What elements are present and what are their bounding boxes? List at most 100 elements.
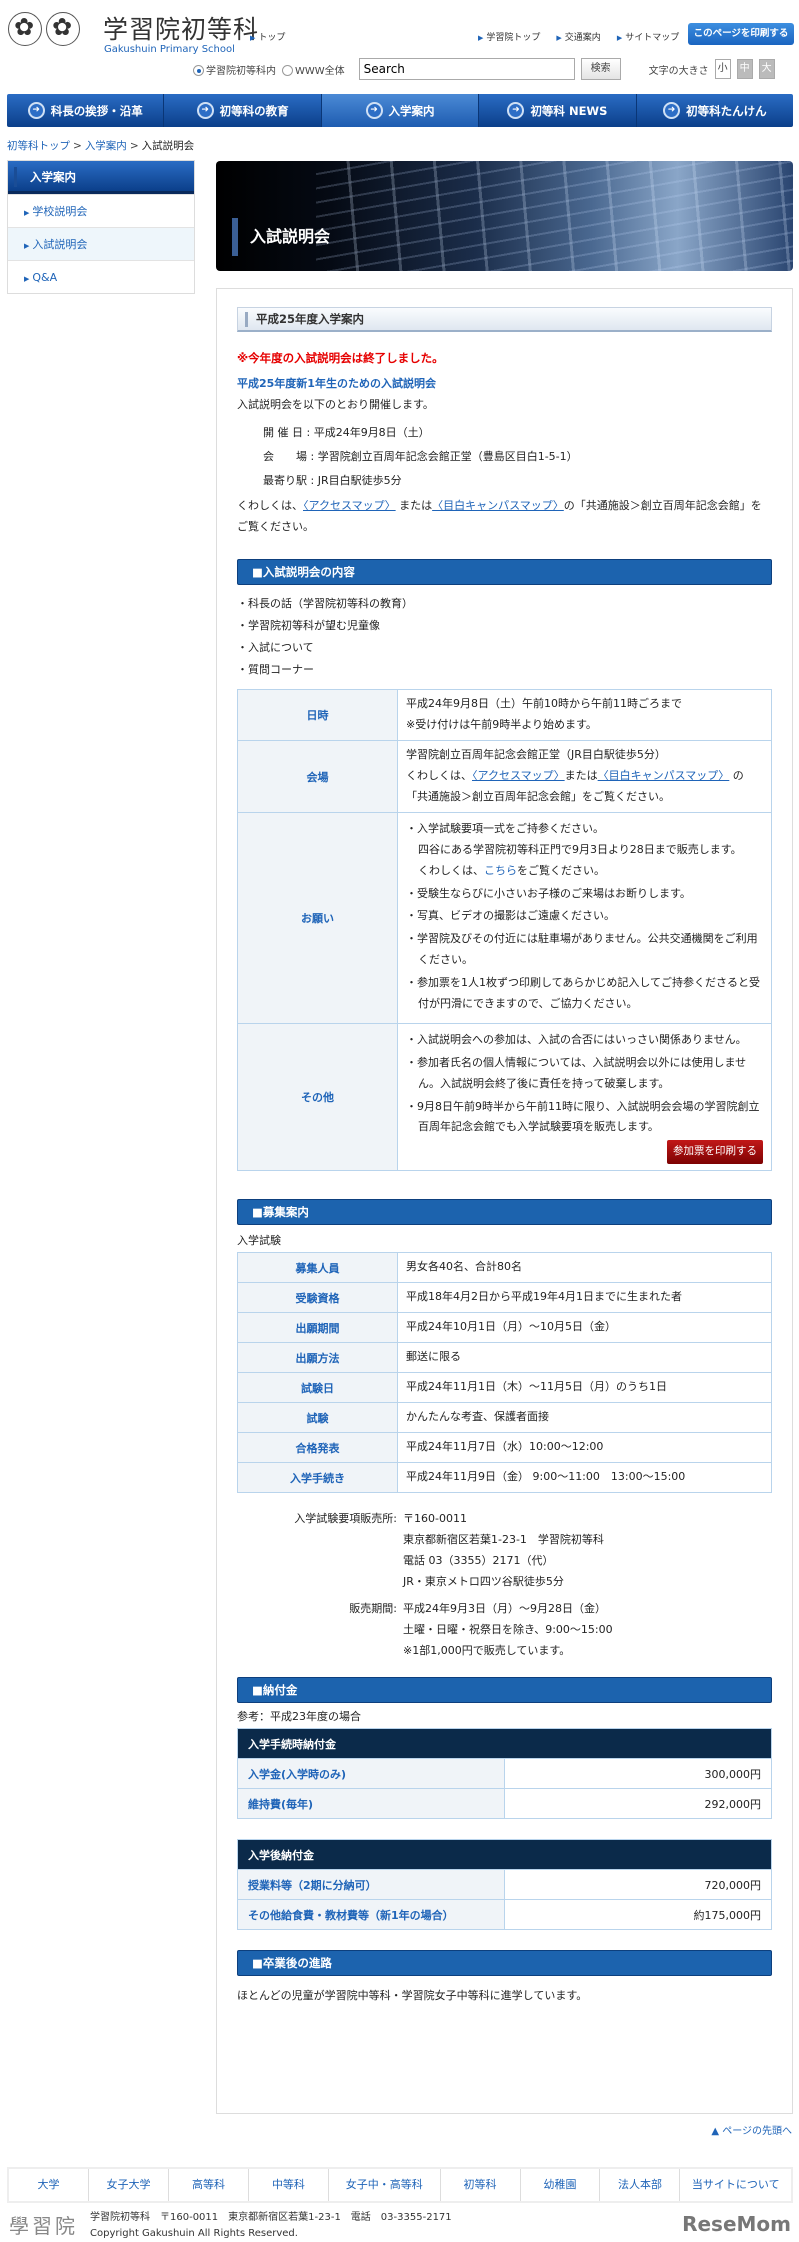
table-row: 入学金(入学時のみ) 300,000円 bbox=[237, 1758, 772, 1790]
row-label: 受験資格 bbox=[237, 1282, 398, 1314]
print-page-button[interactable]: このページを印刷する bbox=[688, 23, 794, 45]
recruit-table: 募集人員 男女各40名、合計80名 受験資格 平成18年4月2日から平成19年4月1日… bbox=[237, 1252, 772, 1494]
recruit-heading: ■募集案内 bbox=[237, 1199, 772, 1226]
print-ticket-button[interactable]: 参加票を印刷する bbox=[667, 1140, 763, 1165]
footer-link[interactable]: 女子中・高等科 bbox=[329, 2169, 441, 2201]
global-nav: ➜ 科長の挨拶・沿革 ➜ 初等科の教育 ➜ 入学案内 ➜ 初等科 NEWS ➜ 初等科たん… bbox=[7, 94, 793, 127]
nav-admission[interactable]: ➜ 入学案内 bbox=[321, 94, 480, 127]
nav-explore[interactable]: ➜ 初等科たんけん bbox=[637, 94, 793, 127]
table-row: 募集人員 男女各40名、合計80名 bbox=[237, 1252, 772, 1284]
footer-link[interactable]: 当サイトについて bbox=[680, 2169, 791, 2201]
font-size-label: 文字の大きさ bbox=[648, 65, 709, 77]
event-venue: 会 場 : 学習院創立百周年記念会館正堂（豊島区目白1-5-1） bbox=[263, 449, 578, 463]
font-size-small[interactable]: 小 bbox=[714, 59, 731, 79]
row-label: 入学手続き bbox=[237, 1462, 398, 1494]
nav-education[interactable]: ➜ 初等科の教育 bbox=[164, 94, 322, 127]
intro-lead: 入試説明会を以下のとおり開催します。 bbox=[237, 397, 434, 411]
session-table: 日時 平成24年9月8日（土）午前10時から午前11時ごろまで ※受け付けは午前9時… bbox=[237, 689, 772, 1172]
intro-subtitle: 平成25年度新1年生のための入試説明会 bbox=[237, 376, 436, 390]
footer-link[interactable]: 中等科 bbox=[249, 2169, 329, 2201]
table-row: 合格発表 平成24年11月7日（水）10:00～12:00 bbox=[237, 1432, 772, 1464]
table-row: 入学手続き 平成24年11月9日（金） 9:00～11:00 13:00～15:0… bbox=[237, 1462, 772, 1494]
school-crest-icon[interactable] bbox=[8, 12, 80, 46]
util-link-sitemap[interactable]: ▶ サイトマップ bbox=[617, 30, 679, 43]
breadcrumb: 初等科トップ > 入学案内 > 入試説明会 bbox=[7, 140, 195, 152]
row-value: 平成24年11月9日（金） 9:00～11:00 13:00～15:00 bbox=[397, 1462, 772, 1494]
table-row: 出願方法 郵送に限る bbox=[237, 1342, 772, 1374]
hero-banner: 入試説明会 bbox=[216, 161, 793, 271]
footer-link[interactable]: 女子大学 bbox=[89, 2169, 169, 2201]
font-size-large[interactable]: 大 bbox=[758, 59, 775, 79]
list-item: 学習院初等科が望む児童像 bbox=[237, 615, 772, 637]
campus-map-link[interactable]: 〈目白キャンパスマップ〉 bbox=[432, 499, 564, 512]
sidebar-item-qa[interactable]: ▶ Q&A bbox=[8, 260, 194, 293]
nav-greeting[interactable]: ➜ 科長の挨拶・沿革 bbox=[7, 94, 165, 127]
sidebar: 入学案内 ▶ 学校説明会 ▶ 入試説明会 ▶ Q&A bbox=[7, 160, 195, 294]
table-row: 会場 学習院創立百周年記念会館正堂（JR目白駅徒歩5分） くわしくは、〈アクセスマッ… bbox=[237, 740, 772, 813]
row-label: 試験日 bbox=[237, 1372, 398, 1404]
top-link[interactable]: ▶ トップ bbox=[250, 30, 285, 43]
sidebar-heading[interactable]: 入学案内 bbox=[8, 161, 194, 194]
row-value: 平成18年4月2日から平成19年4月1日までに生まれた者 bbox=[397, 1282, 772, 1314]
footer-link[interactable]: 大学 bbox=[9, 2169, 89, 2201]
font-size-medium[interactable]: 中 bbox=[736, 59, 753, 79]
row-value: 平成24年11月1日（木）～11月5日（月）のうち1日 bbox=[397, 1372, 772, 1404]
breadcrumb-home[interactable]: 初等科トップ bbox=[7, 140, 70, 152]
sidebar-item-school-info[interactable]: ▶ 学校説明会 bbox=[8, 194, 194, 227]
breadcrumb-admission[interactable]: 入学案内 bbox=[85, 140, 127, 152]
arrow-circle-icon: ➜ bbox=[663, 102, 681, 119]
utility-links: ▶ 学習院トップ ▶ 交通案内 ▶ サイトマップ bbox=[478, 30, 679, 43]
ended-notice: ※今年度の入試説明会は終了しました。 bbox=[237, 351, 444, 365]
event-info: 開 催 日 : 平成24年9月8日（土） 会 場 : 学習院創立百周年記念会館正… bbox=[263, 424, 772, 488]
details-link[interactable]: こちら bbox=[484, 864, 517, 877]
site-subtitle: Gakushuin Primary School bbox=[104, 44, 235, 55]
list-item: 質問コーナー bbox=[237, 659, 772, 681]
event-date: 開 催 日 : 平成24年9月8日（土） bbox=[263, 425, 430, 439]
recruit-label: 入学試験 bbox=[237, 1234, 281, 1248]
util-link-access[interactable]: ▶ 交通案内 bbox=[556, 30, 600, 43]
table-row: 試験日 平成24年11月1日（木）～11月5日（月）のうち1日 bbox=[237, 1372, 772, 1404]
table-row: 出願期間 平成24年10月1日（月）～10月5日（金） bbox=[237, 1312, 772, 1344]
table-row: 授業料等（2期に分納可） 720,000円 bbox=[237, 1869, 772, 1901]
breadcrumb-current: 入試説明会 bbox=[141, 140, 195, 152]
table-row: お願い 入学試験要項一式をご持参ください。四谷にある学習院初等科正門で9月3日よ… bbox=[237, 811, 772, 1024]
arrow-circle-icon: ➜ bbox=[365, 102, 383, 119]
scope-radio-primary[interactable]: 学習院初等科内 bbox=[193, 62, 276, 77]
search-input[interactable] bbox=[358, 58, 575, 80]
watermark-logo: ReseMom bbox=[682, 2212, 791, 2236]
search-button[interactable]: 検索 bbox=[580, 58, 621, 80]
table-row: その他 入試説明会への参加は、入試の合否にはいっさい関係ありません。参加者氏名の… bbox=[237, 1022, 772, 1172]
footer-link[interactable]: 高等科 bbox=[169, 2169, 249, 2201]
row-value: かんたんな考査、保護者面接 bbox=[397, 1402, 772, 1434]
footer-nav: 大学 女子大学 高等科 中等科 女子中・高等科 初等科 幼稚園 法人本部 当サイ… bbox=[7, 2167, 793, 2203]
table-row: その他給食費・教材費等（新1年の場合） 約175,000円 bbox=[237, 1899, 772, 1931]
footer-link[interactable]: 幼稚園 bbox=[521, 2169, 601, 2201]
top-link-label: トップ bbox=[258, 33, 286, 43]
intro-heading: 平成25年度入学案内 bbox=[237, 307, 772, 332]
intro-detail: くわしくは、〈アクセスマップ〉 または〈目白キャンパスマップ〉の「共通施設＞創立… bbox=[237, 498, 762, 533]
row-value: 平成24年11月7日（水）10:00～12:00 bbox=[397, 1432, 772, 1464]
access-map-link[interactable]: 〈アクセスマップ〉 bbox=[472, 769, 565, 782]
footer-logo: 學習院 bbox=[9, 2214, 78, 2238]
sidebar-item-exam-info[interactable]: ▶ 入試説明会 bbox=[8, 227, 194, 260]
fees-table-after: 入学後納付金 授業料等（2期に分納可） 720,000円 その他給食費・教材費等（… bbox=[237, 1839, 772, 1931]
row-value: 平成24年10月1日（月）～10月5日（金） bbox=[397, 1312, 772, 1344]
site-title[interactable]: 学習院初等科 bbox=[103, 10, 259, 46]
fees-heading: ■納付金 bbox=[237, 1677, 772, 1704]
row-value: 男女各40名、合計80名 bbox=[397, 1252, 772, 1284]
util-link-gakushuin-top[interactable]: ▶ 学習院トップ bbox=[478, 30, 540, 43]
scope-radio-www[interactable]: WWW全体 bbox=[282, 62, 345, 77]
access-map-link[interactable]: 〈アクセスマップ〉 bbox=[303, 499, 396, 512]
table-row: 維持費(毎年) 292,000円 bbox=[237, 1788, 772, 1820]
table-row: 受験資格 平成18年4月2日から平成19年4月1日までに生まれた者 bbox=[237, 1282, 772, 1314]
after-heading: ■卒業後の進路 bbox=[237, 1950, 772, 1977]
footer-link[interactable]: 初等科 bbox=[441, 2169, 521, 2201]
campus-map-link[interactable]: 〈目白キャンパスマップ〉 bbox=[598, 769, 730, 782]
footer-link[interactable]: 法人本部 bbox=[600, 2169, 681, 2201]
after-text: ほとんどの児童が学習院中等科・学習院女子中等科に進学しています。 bbox=[237, 1989, 588, 2003]
nav-news[interactable]: ➜ 初等科 NEWS bbox=[479, 94, 637, 127]
page-top-link[interactable]: ▲ ページの先頭へ bbox=[711, 2122, 792, 2137]
list-item: 科長の話（学習院初等科の教育） bbox=[237, 593, 772, 615]
main-content: 平成25年度入学案内 ※今年度の入試説明会は終了しました。 平成25年度新1年生… bbox=[216, 288, 793, 2114]
fees-note: 参考：平成23年度の場合 bbox=[237, 1710, 361, 1724]
